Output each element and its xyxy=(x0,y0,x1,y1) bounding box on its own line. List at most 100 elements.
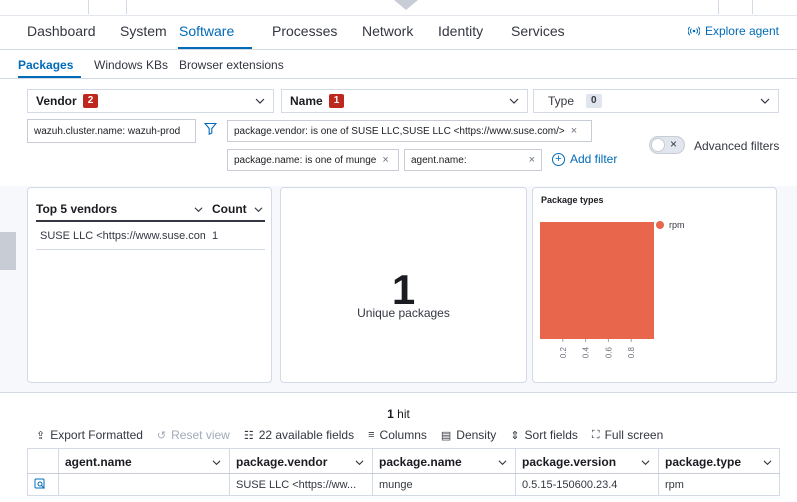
name-dropdown[interactable]: Name 1 xyxy=(281,89,528,113)
filter-pill-cluster-text: wazuh.cluster.name: wazuh-prod xyxy=(34,125,181,137)
close-icon[interactable]: × xyxy=(571,125,577,137)
hits-number: 1 xyxy=(387,407,394,421)
results-toolbar: ⇪ Export Formatted ↺ Reset view ☷ 22 availa… xyxy=(36,428,663,442)
divider xyxy=(752,0,753,14)
reset-view-button[interactable]: ↺ Reset view xyxy=(157,428,230,442)
divider xyxy=(126,0,127,14)
tab-software[interactable]: Software xyxy=(179,23,234,39)
full-screen-button[interactable]: ⛶ Full screen xyxy=(592,428,663,442)
x-tick-label: 0.8 xyxy=(627,346,636,358)
package-name-cell[interactable]: munge xyxy=(373,474,516,495)
chevron-down-icon[interactable] xyxy=(641,458,650,467)
advanced-filters-label: Advanced filters xyxy=(694,139,780,153)
filter-icon[interactable] xyxy=(204,122,217,135)
filter-pill-cluster[interactable]: wazuh.cluster.name: wazuh-prod xyxy=(27,119,196,143)
subtab-browser-extensions[interactable]: Browser extensions xyxy=(179,58,284,72)
filter-pill-vendor[interactable]: package.vendor: is one of SUSE LLC,SUSE … xyxy=(227,120,592,142)
chevron-down-icon xyxy=(255,98,265,104)
active-tab-indicator xyxy=(178,47,252,49)
x-tick-label: 0.2 xyxy=(559,346,568,358)
package-version-cell[interactable]: 0.5.15-150600.23.4 xyxy=(516,474,659,495)
columns-label: Columns xyxy=(379,428,427,442)
inspect-icon[interactable] xyxy=(34,478,46,490)
vendor-dropdown[interactable]: Vendor 2 xyxy=(27,89,274,113)
cell-text: 0.5.15-150600.23.4 xyxy=(522,479,618,491)
density-button[interactable]: ▤ Density xyxy=(441,428,496,442)
package-vendor-cell[interactable]: SUSE LLC <https://ww... xyxy=(230,474,373,495)
side-handle[interactable] xyxy=(0,232,16,270)
tab-network[interactable]: Network xyxy=(362,23,413,39)
sort-icon: ⇕ xyxy=(510,429,520,442)
export-label: Export Formatted xyxy=(50,428,143,442)
tab-processes[interactable]: Processes xyxy=(272,23,337,39)
broadcast-icon xyxy=(687,26,700,36)
count-cell: 1 xyxy=(212,230,219,242)
divider xyxy=(88,0,89,14)
chevron-down-icon[interactable] xyxy=(355,458,364,467)
filter-pill-name[interactable]: package.name: is one of munge × xyxy=(227,149,399,171)
column-header-package-vendor[interactable]: package.vendor xyxy=(230,449,373,473)
package-types-panel: Package types 0.2 0.4 0.6 0.8 rpm xyxy=(532,187,777,383)
subtab-windows-kbs[interactable]: Windows KBs xyxy=(94,58,168,72)
column-header-agent-name[interactable]: agent.name xyxy=(59,449,230,473)
sub-tabs: Packages Windows KBs Browser extensions xyxy=(0,50,797,79)
close-icon[interactable]: × xyxy=(529,154,535,166)
x-tick-label: 0.6 xyxy=(604,346,613,358)
tab-identity[interactable]: Identity xyxy=(438,23,483,39)
density-label: Density xyxy=(456,428,497,442)
package-types-chart: 0.2 0.4 0.6 0.8 rpm xyxy=(540,220,685,358)
filter-pill-agent[interactable]: agent.name: × xyxy=(404,149,542,171)
chevron-down-icon[interactable] xyxy=(254,205,263,214)
legend-label[interactable]: rpm xyxy=(669,220,685,230)
chevron-down-icon[interactable] xyxy=(498,458,507,467)
divider xyxy=(718,0,719,14)
chevron-down-icon[interactable] xyxy=(763,458,772,467)
type-dropdown[interactable]: Type 0 xyxy=(533,89,779,113)
filter-pill-vendor-text: package.vendor: is one of SUSE LLC,SUSE … xyxy=(234,125,565,137)
hits-count: 1 hit xyxy=(0,407,797,421)
export-button[interactable]: ⇪ Export Formatted xyxy=(36,428,143,442)
column-header-label: package.type xyxy=(665,455,742,469)
available-fields-button[interactable]: ☷ 22 available fields xyxy=(244,428,354,442)
cell-text: SUSE LLC <https://ww... xyxy=(236,479,357,491)
column-header-package-version[interactable]: package.version xyxy=(516,449,659,473)
subtab-packages[interactable]: Packages xyxy=(18,58,73,72)
vendor-count-badge: 2 xyxy=(82,94,99,108)
column-header-package-type[interactable]: package.type xyxy=(659,449,780,473)
count-column-header[interactable]: Count xyxy=(212,202,247,216)
results-area: 1 hit ⇪ Export Formatted ↺ Reset view ☷ 22 … xyxy=(0,392,797,502)
cell-text: rpm xyxy=(665,479,684,491)
chevron-down-icon[interactable] xyxy=(194,205,203,214)
sort-fields-button[interactable]: ⇕ Sort fields xyxy=(510,428,578,442)
chevron-down-icon[interactable] xyxy=(212,458,221,467)
columns-icon: ≡ xyxy=(368,429,375,441)
add-filter-button[interactable]: + Add filter xyxy=(552,152,617,166)
agent-name-cell[interactable] xyxy=(59,474,230,495)
tab-dashboard[interactable]: Dashboard xyxy=(27,23,96,39)
fullscreen-icon: ⛶ xyxy=(591,428,600,441)
columns-button[interactable]: ≡ Columns xyxy=(368,428,427,442)
column-header-package-name[interactable]: package.name xyxy=(373,449,516,473)
fields-label: 22 available fields xyxy=(258,428,355,442)
top-strip xyxy=(0,0,797,16)
main-tabs: Dashboard System Software Processes Netw… xyxy=(0,16,797,50)
package-type-cell[interactable]: rpm xyxy=(659,474,780,495)
filter-pill-agent-text: agent.name: xyxy=(411,154,467,166)
bar-rpm[interactable] xyxy=(540,222,654,339)
name-count-badge: 1 xyxy=(328,94,345,108)
close-icon[interactable]: × xyxy=(382,154,388,166)
type-count-badge: 0 xyxy=(586,94,602,108)
name-dropdown-label: Name xyxy=(290,94,323,108)
panel-pointer xyxy=(394,0,418,10)
export-icon: ⇪ xyxy=(36,429,46,442)
tab-system[interactable]: System xyxy=(120,23,167,39)
type-dropdown-label: Type xyxy=(548,94,575,108)
explore-agent-link[interactable]: Explore agent xyxy=(687,24,779,38)
tab-services[interactable]: Services xyxy=(511,23,565,39)
advanced-filters-toggle[interactable]: × xyxy=(649,136,685,154)
vendor-column-header[interactable]: Top 5 vendors xyxy=(36,202,117,216)
active-subtab-indicator xyxy=(18,76,81,78)
control-cell xyxy=(28,474,59,495)
reset-icon: ↺ xyxy=(156,429,167,442)
reset-label: Reset view xyxy=(171,428,230,442)
